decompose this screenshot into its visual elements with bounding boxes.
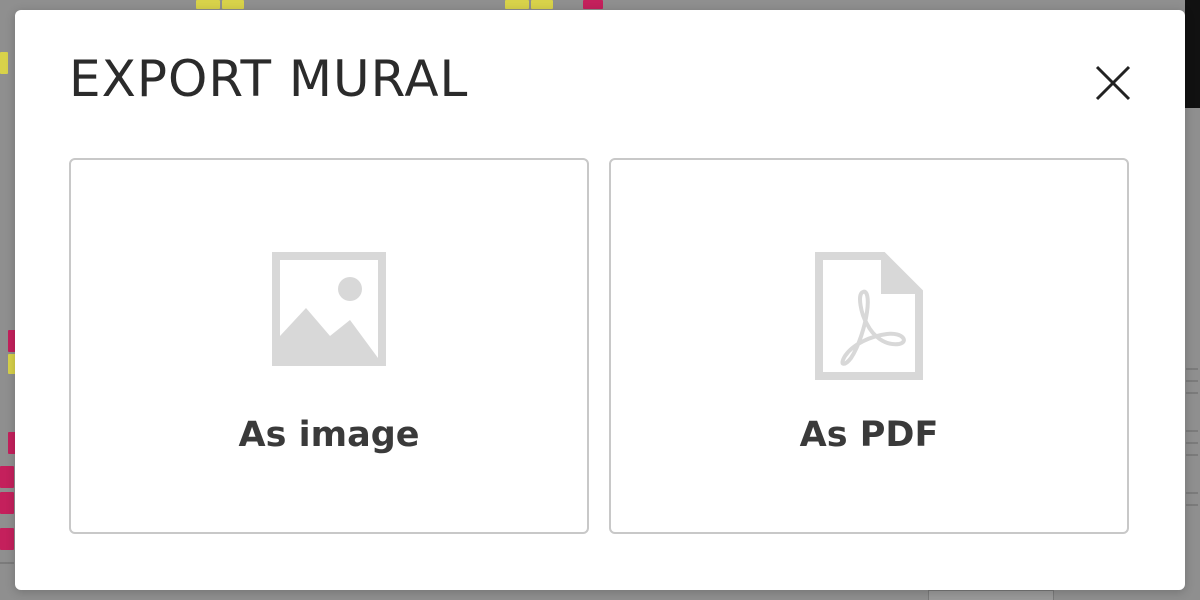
sticky-note (583, 0, 603, 9)
background-text-line (1186, 380, 1198, 382)
export-as-image-label: As image (238, 415, 420, 455)
sticky-note (222, 0, 244, 9)
background-text-line (1186, 442, 1198, 444)
sticky-note (0, 492, 14, 514)
background-text-line (1186, 368, 1198, 370)
export-mural-dialog: EXPORT MURAL As image As PDF (15, 10, 1185, 590)
image-icon (272, 252, 386, 366)
background-text-line (0, 562, 14, 564)
sticky-note (0, 528, 14, 550)
export-as-image-option[interactable]: As image (69, 158, 589, 534)
sticky-note (0, 52, 8, 74)
background-text-line (1186, 430, 1198, 432)
background-text-line (1186, 454, 1198, 456)
pdf-file-icon (815, 252, 923, 380)
dialog-title: EXPORT MURAL (69, 50, 469, 108)
sticky-note (196, 0, 220, 9)
export-as-pdf-option[interactable]: As PDF (609, 158, 1129, 534)
background-panel (928, 590, 1054, 600)
sticky-note (505, 0, 529, 9)
sticky-note (531, 0, 553, 9)
background-text-line (1186, 504, 1198, 506)
background-text-line (1186, 492, 1198, 494)
export-as-pdf-label: As PDF (799, 415, 939, 455)
background-text-line (1186, 392, 1198, 394)
close-icon (1095, 65, 1131, 101)
close-button[interactable] (1090, 60, 1136, 106)
sticky-note (0, 466, 14, 488)
background-dark-panel (1185, 0, 1200, 108)
